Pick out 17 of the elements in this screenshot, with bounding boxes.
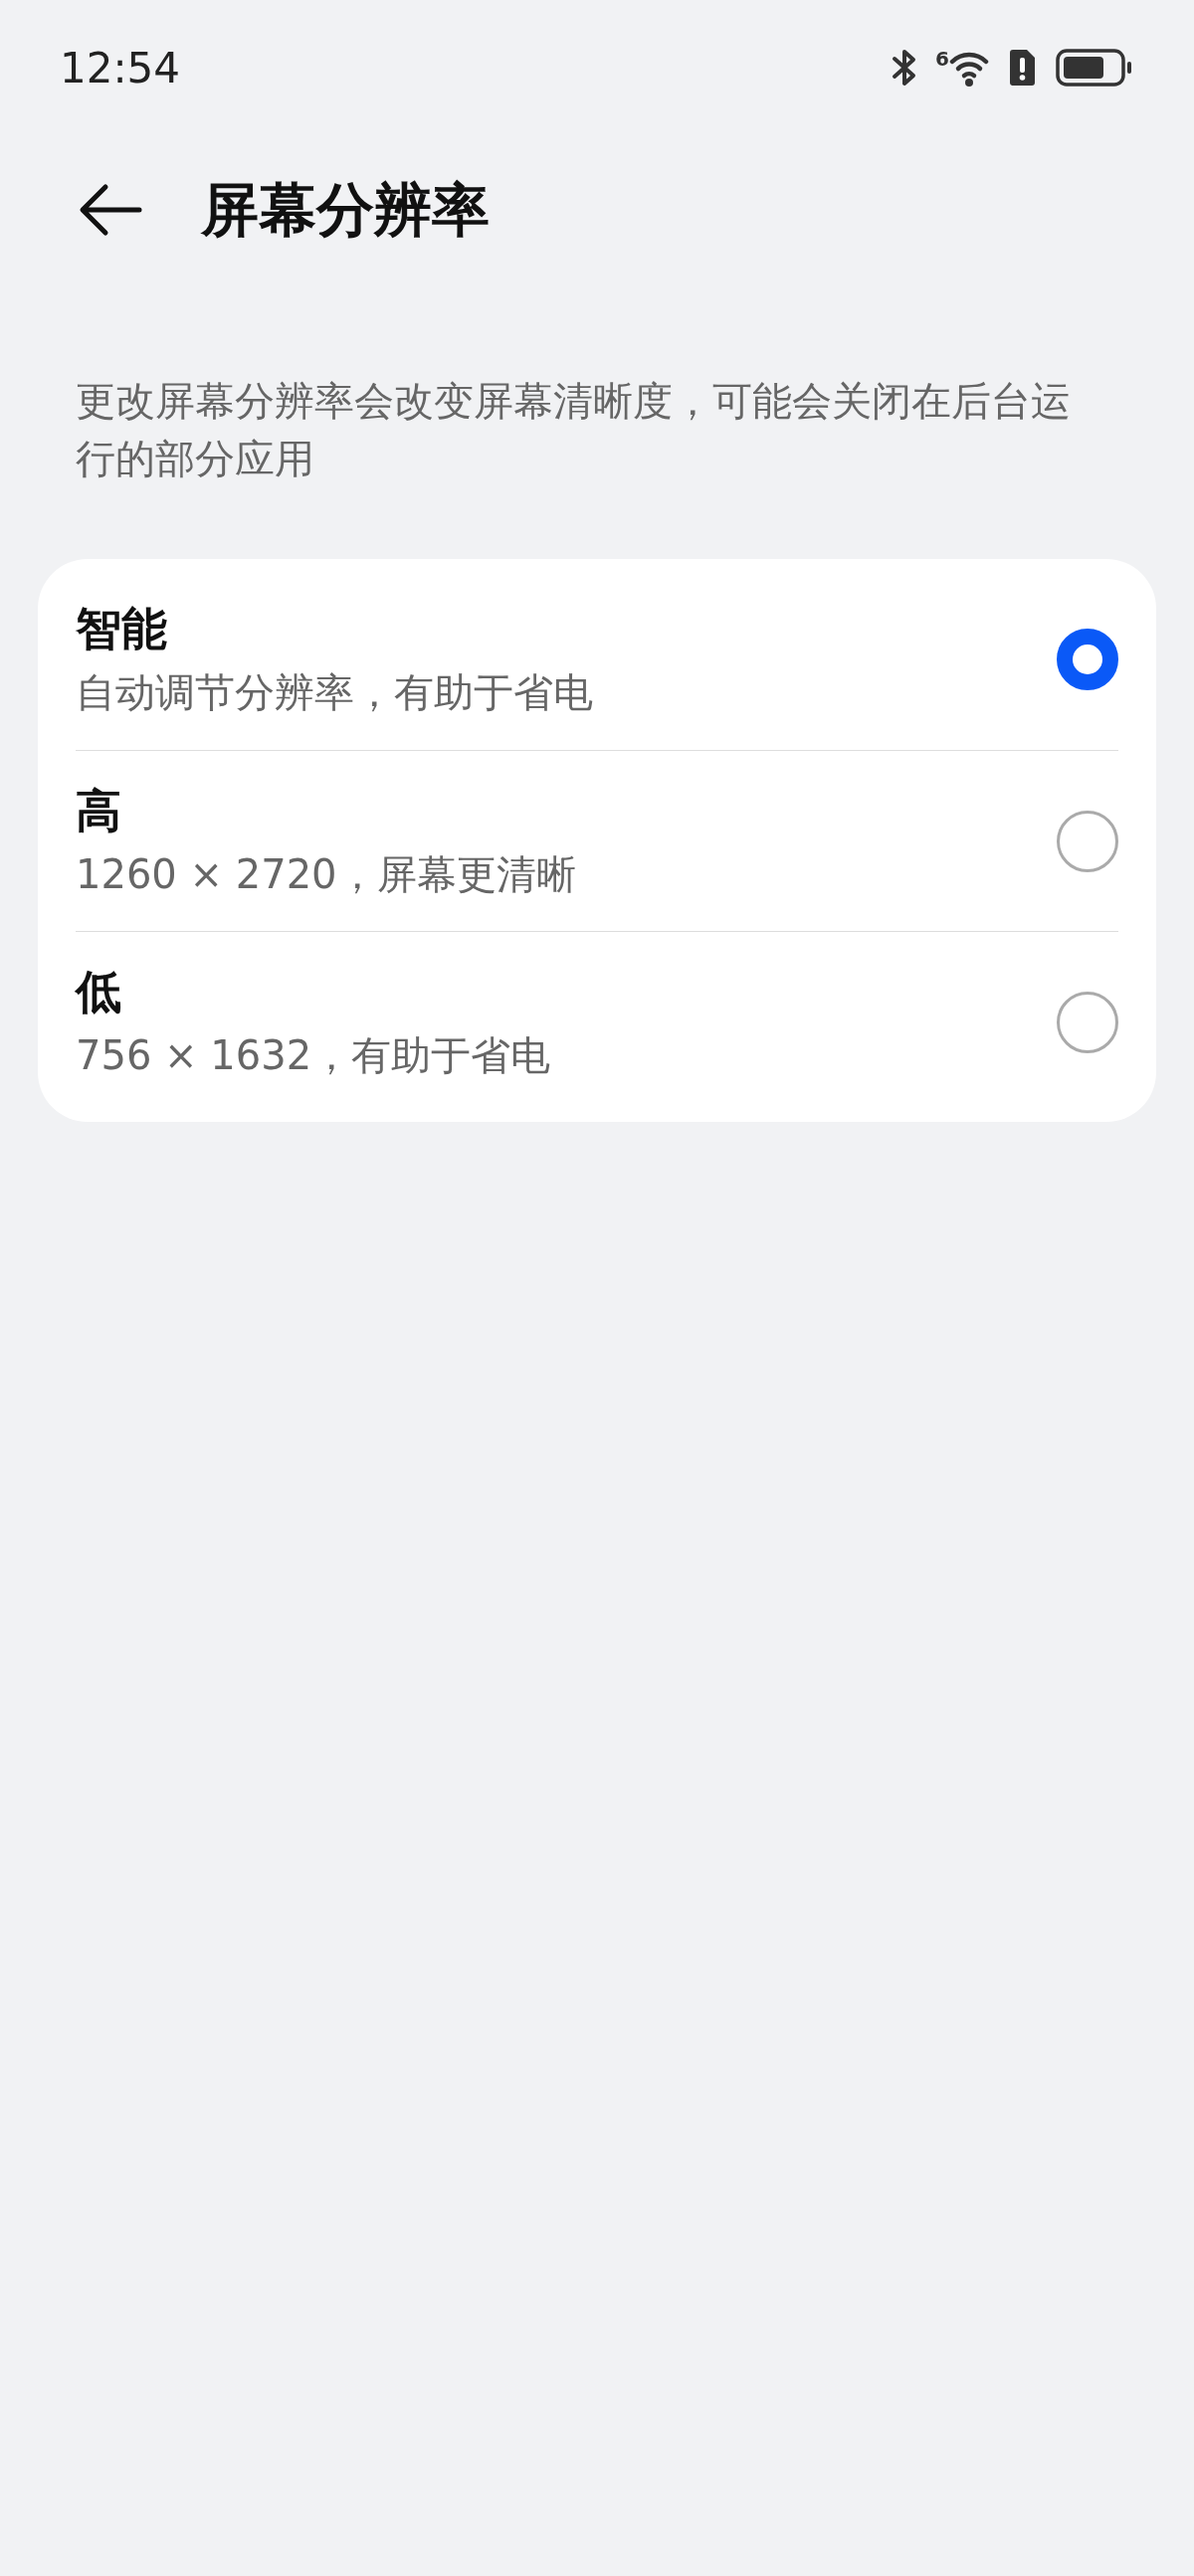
battery-icon (1055, 48, 1134, 88)
sim-alert-icon (1007, 49, 1037, 87)
bluetooth-icon (892, 48, 918, 88)
resolution-option[interactable]: 低 756 × 1632，有助于省电 (76, 931, 1118, 1112)
option-subtitle: 756 × 1632，有助于省电 (76, 1030, 551, 1080)
status-time: 12:54 (60, 42, 181, 94)
resolution-option[interactable]: 智能 自动调节分辨率，有助于省电 (76, 569, 1118, 750)
resolution-option[interactable]: 高 1260 × 2720，屏幕更清晰 (76, 750, 1118, 931)
option-title: 低 (76, 963, 122, 1020)
option-subtitle: 自动调节分辨率，有助于省电 (76, 668, 593, 717)
back-arrow-icon (78, 182, 143, 238)
option-subtitle: 1260 × 2720，屏幕更清晰 (76, 849, 576, 899)
page-title: 屏幕分辨率 (201, 174, 490, 246)
option-title: 智能 (76, 601, 168, 657)
option-title: 高 (76, 782, 122, 839)
description-text: 更改屏幕分辨率会改变屏幕清晰度，可能会关闭在后台运行的部分应用 (76, 377, 1072, 483)
wifi-standard-label: 6 (935, 49, 949, 69)
